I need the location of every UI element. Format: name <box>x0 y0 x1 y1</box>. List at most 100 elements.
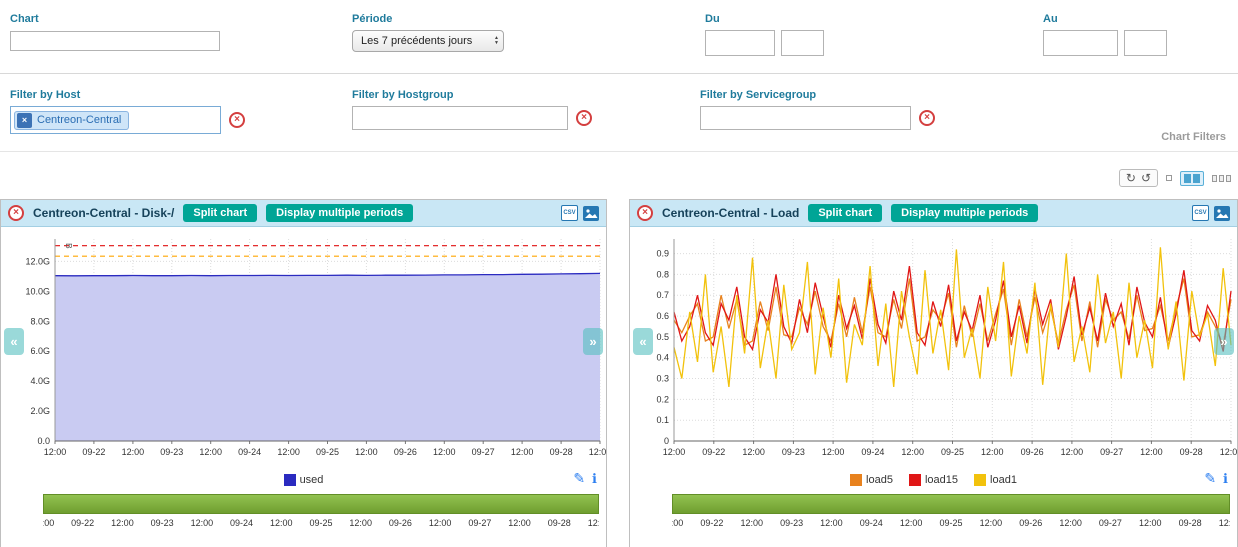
timeline-tick-label: 09-26 <box>389 518 412 528</box>
period-select[interactable]: Les 7 précédents jours ▲▼ <box>352 30 504 52</box>
svg-text:12:00: 12:00 <box>199 447 222 457</box>
refresh-icon[interactable]: ↻ <box>1126 171 1136 185</box>
chart-info-icon[interactable]: ℹ <box>1223 471 1228 487</box>
pan-left-button[interactable]: « <box>633 328 653 355</box>
chart-legend: load5 load15 load1 <box>670 474 1197 486</box>
remove-host-chip-icon[interactable]: × <box>17 113 32 128</box>
to-date-input[interactable] <box>1043 30 1118 56</box>
export-csv-icon[interactable]: CSV <box>561 205 578 221</box>
export-image-icon[interactable] <box>1214 206 1230 221</box>
load-chart[interactable]: 12:0009-2212:0009-2312:0009-2412:0009-25… <box>632 231 1237 463</box>
chart-info-icon[interactable]: ℹ <box>592 471 597 487</box>
remove-chart-button[interactable]: × <box>637 205 653 221</box>
legend-color-swatch <box>284 474 296 486</box>
pan-right-button[interactable]: » <box>583 328 603 355</box>
chart-filter-input[interactable] <box>10 31 220 51</box>
legend-color-swatch <box>909 474 921 486</box>
legend-item[interactable]: load5 <box>850 474 893 486</box>
host-filter-input[interactable]: × Centreon-Central <box>10 106 221 134</box>
filter-by-servicegroup-label: Filter by Servicegroup <box>700 89 816 101</box>
hostgroup-filter-input[interactable] <box>352 106 568 130</box>
svg-text:09-24: 09-24 <box>238 447 261 457</box>
svg-text:09-22: 09-22 <box>82 447 105 457</box>
disk-usage-chart[interactable]: 12:0009-2212:0009-2312:0009-2412:0009-25… <box>3 231 606 463</box>
timeline-tick-label: 09-23 <box>780 518 803 528</box>
from-date-input[interactable] <box>705 30 775 56</box>
timeline-tick-label: 12:00 <box>508 518 531 528</box>
split-chart-button[interactable]: Split chart <box>808 204 882 222</box>
servicegroup-filter-input[interactable] <box>700 106 911 130</box>
legend-item[interactable]: used <box>284 474 324 486</box>
svg-text:0.9: 0.9 <box>656 249 669 259</box>
export-csv-icon[interactable]: CSV <box>1192 205 1209 221</box>
svg-text:2.0G: 2.0G <box>30 406 50 416</box>
svg-text:12:00: 12:00 <box>1220 447 1237 457</box>
export-image-icon[interactable] <box>583 206 599 221</box>
svg-text:12:00: 12:00 <box>44 447 67 457</box>
divider <box>0 151 1238 152</box>
svg-text:4.0G: 4.0G <box>30 376 50 386</box>
to-time-input[interactable] <box>1124 30 1167 56</box>
timeline-tick-label: 09-22 <box>71 518 94 528</box>
export-icons: CSV <box>561 205 599 221</box>
clear-servicegroup-filter-icon[interactable]: × <box>919 110 935 126</box>
svg-text:12:00: 12:00 <box>822 447 845 457</box>
timeline-tick-label: 12:00 <box>270 518 293 528</box>
timeline-tick-label: 09-24 <box>230 518 253 528</box>
legend-item[interactable]: load1 <box>974 474 1017 486</box>
chart-panel-disk: × Centreon-Central - Disk-/ Split chart … <box>0 199 607 547</box>
auto-refresh-icon[interactable]: ↺ <box>1141 171 1151 185</box>
from-label: Du <box>705 13 720 25</box>
view-toolbar: ↻ ↺ <box>1119 169 1231 187</box>
host-chip: × Centreon-Central <box>14 111 129 130</box>
timeline-tick-label: 09-28 <box>548 518 571 528</box>
host-chip-label: Centreon-Central <box>37 114 121 126</box>
from-time-input[interactable] <box>781 30 824 56</box>
timeline-tick-label: 09-25 <box>309 518 332 528</box>
timeline-tick-label: 09-28 <box>1179 518 1202 528</box>
chart-panel-load: × Centreon-Central - Load Split chart Di… <box>629 199 1238 547</box>
svg-text:12:00: 12:00 <box>433 447 456 457</box>
timeline-tick-label: 09-26 <box>1019 518 1042 528</box>
svg-text:12:00: 12:00 <box>355 447 378 457</box>
select-arrows-icon: ▲▼ <box>486 36 499 46</box>
chart-title: Centreon-Central - Disk-/ <box>33 206 174 220</box>
legend-item[interactable]: load15 <box>909 474 958 486</box>
timeline-tick-label: 12:00 <box>111 518 134 528</box>
svg-text:09-26: 09-26 <box>394 447 417 457</box>
clear-hostgroup-filter-icon[interactable]: × <box>576 110 592 126</box>
edit-chart-icon[interactable]: ✎ <box>573 470 585 487</box>
remove-chart-button[interactable]: × <box>8 205 24 221</box>
svg-text:0.7: 0.7 <box>656 290 669 300</box>
svg-text:6.0G: 6.0G <box>30 346 50 356</box>
timeline-tick-label: 12:00 <box>1059 518 1082 528</box>
svg-text:0.1: 0.1 <box>656 415 669 425</box>
period-label: Période <box>352 13 392 25</box>
timeline-tick-label: 12:00 <box>1139 518 1162 528</box>
layout-three-columns-icon[interactable] <box>1212 175 1231 182</box>
chart-filters-section-label: Chart Filters <box>1161 131 1226 143</box>
chart-filter-label: Chart <box>10 13 39 25</box>
timeline-tick-label: 12:00 <box>429 518 452 528</box>
split-chart-button[interactable]: Split chart <box>183 204 257 222</box>
svg-text:12:00: 12:00 <box>742 447 765 457</box>
timeline-selector[interactable] <box>672 494 1230 514</box>
svg-text:12:00: 12:00 <box>981 447 1004 457</box>
legend-color-swatch <box>974 474 986 486</box>
svg-text:0.4: 0.4 <box>656 353 669 363</box>
timeline-tick-label: 12:00 <box>820 518 843 528</box>
layout-one-column-icon[interactable] <box>1166 175 1172 181</box>
layout-two-columns-icon[interactable] <box>1180 171 1204 186</box>
edit-chart-icon[interactable]: ✎ <box>1204 470 1216 487</box>
clear-host-filter-icon[interactable]: × <box>229 112 245 128</box>
display-multiple-periods-button[interactable]: Display multiple periods <box>891 204 1038 222</box>
svg-text:09-25: 09-25 <box>941 447 964 457</box>
svg-text:12:00: 12:00 <box>589 447 606 457</box>
display-multiple-periods-button[interactable]: Display multiple periods <box>266 204 413 222</box>
svg-text:09-24: 09-24 <box>861 447 884 457</box>
pan-left-button[interactable]: « <box>4 328 24 355</box>
pan-right-button[interactable]: » <box>1214 328 1234 355</box>
timeline-selector[interactable] <box>43 494 599 514</box>
svg-text:0: 0 <box>664 436 669 446</box>
svg-text:12:00: 12:00 <box>1140 447 1163 457</box>
